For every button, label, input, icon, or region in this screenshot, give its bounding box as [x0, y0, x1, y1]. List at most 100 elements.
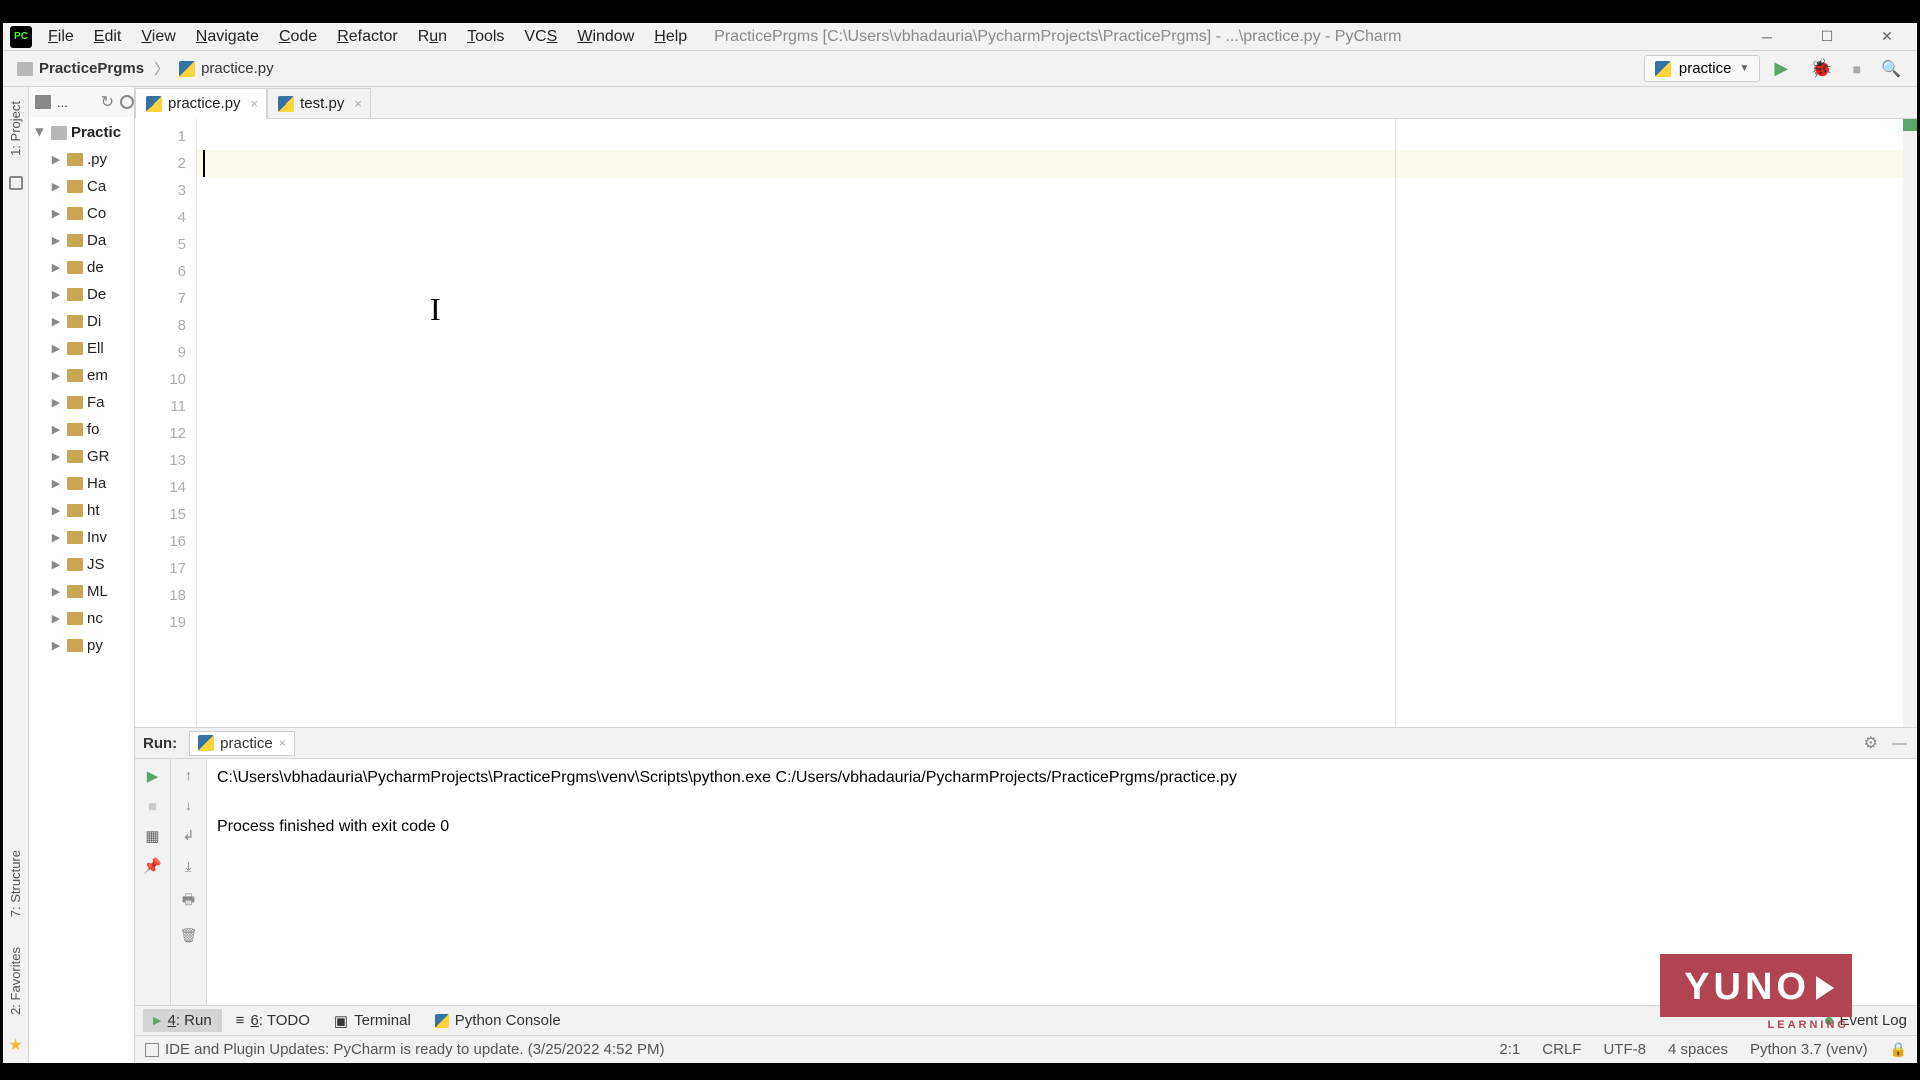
breadcrumb-root[interactable]: PracticePrgms — [11, 57, 150, 80]
expand-icon[interactable]: ▶ — [49, 612, 63, 625]
scrollbar[interactable] — [1903, 119, 1917, 727]
run-button[interactable]: ▶ — [1764, 54, 1798, 83]
status-square-icon[interactable] — [145, 1043, 159, 1057]
expand-icon[interactable]: ▶ — [49, 207, 63, 220]
close-tab-icon[interactable]: × — [251, 96, 259, 111]
python-file-icon — [278, 96, 294, 112]
tree-item[interactable]: ▶py — [29, 632, 134, 659]
python-interpreter[interactable]: Python 3.7 (venv) — [1750, 1041, 1868, 1058]
caret-position[interactable]: 2:1 — [1499, 1041, 1520, 1058]
breadcrumb-file[interactable]: practice.py — [173, 57, 280, 80]
menu-tools[interactable]: Tools — [458, 25, 513, 49]
tree-item[interactable]: ▶JS — [29, 551, 134, 578]
expand-icon[interactable]: ▶ — [49, 504, 63, 517]
print-icon[interactable]: 🖶 — [182, 889, 195, 913]
up-arrow-icon[interactable]: ↑ — [185, 767, 192, 783]
file-encoding[interactable]: UTF-8 — [1603, 1041, 1646, 1058]
project-tool-button[interactable]: 1: Project — [6, 91, 25, 166]
tree-item[interactable]: ▶Ell — [29, 335, 134, 362]
menu-vcs[interactable]: VCS — [515, 25, 566, 49]
maximize-button[interactable]: ☐ — [1797, 23, 1857, 51]
run-tool-window-button[interactable]: ▶4: Run — [143, 1009, 222, 1032]
menu-edit[interactable]: Edit — [85, 25, 131, 49]
gear-icon[interactable]: ⚙ — [1864, 733, 1892, 753]
tree-item[interactable]: ▶De — [29, 281, 134, 308]
sidebar-square-icon[interactable] — [9, 176, 23, 190]
menu-code[interactable]: Code — [270, 25, 326, 49]
expand-icon[interactable]: ▶ — [49, 288, 63, 301]
menu-view[interactable]: View — [132, 25, 184, 49]
trash-icon[interactable]: 🗑 — [180, 927, 198, 944]
target-icon[interactable] — [120, 95, 134, 109]
expand-icon[interactable]: ▶ — [49, 585, 63, 598]
close-icon[interactable]: × — [279, 736, 286, 750]
lock-icon[interactable]: 🔒 — [1890, 1041, 1907, 1058]
tab-test[interactable]: test.py× — [267, 88, 371, 119]
hide-panel-icon[interactable]: — — [1892, 735, 1917, 752]
menu-run[interactable]: Run — [409, 25, 456, 49]
tree-item[interactable]: ▶Di — [29, 308, 134, 335]
soft-wrap-icon[interactable]: ↲ — [183, 827, 195, 844]
code-editor[interactable]: 12345678910111213141516171819 I — [135, 119, 1917, 727]
expand-icon[interactable]: ▶ — [49, 261, 63, 274]
layout-icon[interactable]: ▦ — [144, 827, 162, 845]
expand-icon[interactable]: ▶ — [49, 396, 63, 409]
expand-icon[interactable]: ▶ — [49, 450, 63, 463]
search-icon[interactable]: 🔍 — [1873, 55, 1909, 83]
tree-root[interactable]: ▶Practic — [29, 119, 134, 146]
tree-item[interactable]: ▶Da — [29, 227, 134, 254]
indent-setting[interactable]: 4 spaces — [1668, 1041, 1728, 1058]
menu-file[interactable]: File — [39, 25, 83, 49]
todo-tool-window-button[interactable]: ≡6: TODO — [226, 1009, 320, 1032]
tree-item[interactable]: ▶ht — [29, 497, 134, 524]
expand-icon[interactable]: ▶ — [49, 558, 63, 571]
expand-icon[interactable]: ▶ — [49, 639, 63, 652]
tree-item[interactable]: ▶em — [29, 362, 134, 389]
down-arrow-icon[interactable]: ↓ — [185, 797, 192, 813]
tree-item[interactable]: ▶ML — [29, 578, 134, 605]
tab-practice[interactable]: practice.py× — [135, 88, 267, 119]
menu-help[interactable]: Help — [645, 25, 696, 49]
tree-item[interactable]: ▶Ha — [29, 470, 134, 497]
close-button[interactable]: ✕ — [1857, 23, 1917, 51]
line-separator[interactable]: CRLF — [1542, 1041, 1581, 1058]
project-tree[interactable]: ... ↻ ▶Practic ▶.py ▶Ca ▶Co ▶Da ▶de ▶De … — [29, 87, 135, 1063]
expand-icon[interactable]: ▶ — [49, 153, 63, 166]
menu-refactor[interactable]: Refactor — [328, 25, 406, 49]
tree-item[interactable]: ▶fo — [29, 416, 134, 443]
expand-icon[interactable]: ▶ — [49, 315, 63, 328]
tree-item[interactable]: ▶de — [29, 254, 134, 281]
project-header-dots[interactable]: ... — [57, 95, 68, 110]
scroll-end-icon[interactable]: ⤓ — [185, 858, 191, 875]
debug-button[interactable]: 🐞 — [1802, 54, 1840, 83]
rerun-button[interactable]: ▶ — [144, 767, 162, 785]
minimize-button[interactable]: ─ — [1737, 23, 1797, 51]
run-config-selector[interactable]: practice ▼ — [1644, 55, 1760, 82]
expand-icon[interactable]: ▶ — [49, 342, 63, 355]
run-panel-header: Run: practice× ⚙ — — [135, 727, 1917, 759]
tree-item[interactable]: ▶Inv — [29, 524, 134, 551]
current-line-highlight — [197, 150, 1917, 177]
favorites-tool-button[interactable]: 2: Favorites — [6, 937, 25, 1025]
menu-window[interactable]: Window — [568, 25, 643, 49]
expand-icon[interactable]: ▶ — [49, 423, 63, 436]
pin-icon[interactable]: 📌 — [144, 857, 162, 875]
menu-navigate[interactable]: Navigate — [187, 25, 268, 49]
tree-item[interactable]: ▶.py — [29, 146, 134, 173]
run-tab[interactable]: practice× — [189, 731, 295, 756]
terminal-tool-window-button[interactable]: ▣Terminal — [324, 1009, 421, 1033]
tree-item[interactable]: ▶GR — [29, 443, 134, 470]
expand-icon[interactable]: ▶ — [49, 234, 63, 247]
tree-item[interactable]: ▶nc — [29, 605, 134, 632]
python-console-button[interactable]: Python Console — [425, 1009, 571, 1032]
expand-icon[interactable]: ▶ — [49, 180, 63, 193]
expand-icon[interactable]: ▶ — [49, 477, 63, 490]
structure-tool-button[interactable]: 7: Structure — [6, 840, 25, 927]
expand-icon[interactable]: ▶ — [49, 369, 63, 382]
close-tab-icon[interactable]: × — [354, 96, 362, 111]
tree-item[interactable]: ▶Fa — [29, 389, 134, 416]
expand-icon[interactable]: ▶ — [49, 531, 63, 544]
tree-item[interactable]: ▶Co — [29, 200, 134, 227]
tree-item[interactable]: ▶Ca — [29, 173, 134, 200]
expand-icon[interactable]: ▶ — [34, 126, 47, 140]
